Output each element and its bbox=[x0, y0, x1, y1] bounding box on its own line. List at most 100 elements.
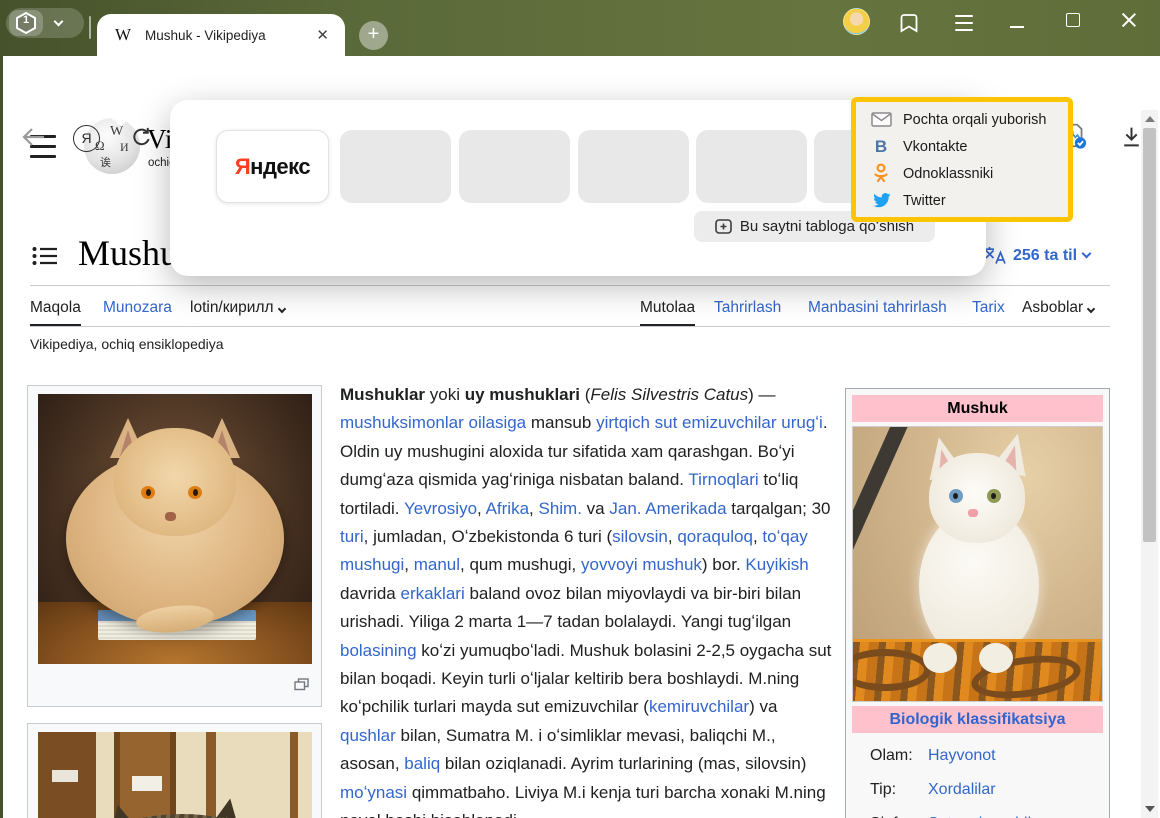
reload-icon[interactable] bbox=[129, 125, 154, 150]
article-text: , bbox=[753, 527, 762, 546]
article-link[interactable]: qushlar bbox=[340, 726, 396, 745]
article-link[interactable]: bolasining bbox=[340, 641, 417, 660]
chevron-down-icon bbox=[1087, 305, 1095, 313]
tab-maqola[interactable]: Maqola bbox=[30, 299, 81, 326]
close-window-button[interactable] bbox=[1120, 11, 1138, 29]
taxobox: Mushuk Biologik klassifikatsiya Olam: bbox=[845, 388, 1110, 818]
article-link[interactable]: erkaklari bbox=[400, 584, 464, 603]
odnoklassniki-icon bbox=[869, 163, 893, 184]
tab-title: Mushuk - Vikipediya bbox=[145, 28, 312, 43]
article-text: , bbox=[477, 499, 486, 518]
taxobox-section-title: Biologik klassifikatsiya bbox=[852, 706, 1103, 733]
article-text: Felis Silvestris Catus bbox=[590, 385, 748, 404]
email-icon bbox=[869, 112, 893, 127]
tab-tarix[interactable]: Tarix bbox=[972, 299, 1005, 326]
share-menu-item-odnoklassniki[interactable]: Odnoklassniki bbox=[856, 160, 1068, 187]
scrollbar-up-arrow[interactable] bbox=[1145, 116, 1155, 122]
article-thumbnail-tabby-cat[interactable] bbox=[27, 723, 322, 818]
browser-tab[interactable]: W Mushuk - Vikipediya ✕ bbox=[97, 14, 345, 56]
site-subtitle: Vikipediya, ochiq ensiklopediya bbox=[30, 336, 224, 352]
wikipedia-favicon: W bbox=[115, 25, 131, 45]
vk-icon: B bbox=[869, 137, 893, 157]
scrollbar-thumb[interactable] bbox=[1143, 128, 1156, 542]
browser-window: 1 W Mushuk - Vikipediya ✕ + Я bbox=[0, 0, 1160, 818]
article-text: , bbox=[404, 555, 413, 574]
share-menu: Pochta orqali yuborish B Vkontakte Odnok… bbox=[851, 97, 1073, 222]
tab-manbasini-tahrirlash[interactable]: Manbasini tahrirlash bbox=[808, 299, 947, 326]
taxobox-row: Sinf: Sut emizuvchilar bbox=[852, 807, 1103, 818]
tableau-tile-placeholder[interactable] bbox=[459, 130, 570, 203]
back-icon[interactable] bbox=[20, 124, 46, 150]
minimize-button[interactable] bbox=[1010, 26, 1024, 28]
maximize-button[interactable] bbox=[1066, 13, 1080, 27]
article-thumbnail-cat-on-book[interactable] bbox=[27, 385, 322, 707]
article-link[interactable]: yovvoyi mushuk bbox=[581, 555, 702, 574]
new-tab-button[interactable]: + bbox=[359, 21, 388, 50]
tab-variant-selector[interactable]: lotin/кирилл bbox=[190, 299, 285, 326]
article-link[interactable]: baliq bbox=[404, 754, 440, 773]
article-link[interactable]: Kuyikish bbox=[745, 555, 808, 574]
article-link[interactable]: kemiruvchilar bbox=[649, 697, 749, 716]
article-link[interactable]: qoraquloq bbox=[677, 527, 753, 546]
contents-icon[interactable] bbox=[32, 246, 58, 271]
share-menu-item-email[interactable]: Pochta orqali yuborish bbox=[856, 106, 1068, 133]
tab-mutolaa[interactable]: Mutolaa bbox=[640, 299, 695, 326]
chevron-down-icon bbox=[277, 305, 285, 313]
article-text: , bbox=[668, 527, 677, 546]
article-text: uy mushuklari bbox=[465, 385, 580, 404]
browser-menu-icon[interactable] bbox=[955, 15, 973, 36]
title-divider bbox=[30, 285, 1110, 286]
enlarge-icon[interactable] bbox=[294, 678, 309, 696]
article-link[interactable]: Jan. Amerikada bbox=[609, 499, 726, 518]
bookmarks-panel-icon[interactable] bbox=[899, 11, 921, 35]
titlebar: 1 W Mushuk - Vikipediya ✕ + bbox=[0, 0, 1160, 56]
tableau-tile-placeholder[interactable] bbox=[340, 130, 451, 203]
tableau-tile-placeholder[interactable] bbox=[578, 130, 689, 203]
share-menu-item-twitter[interactable]: Twitter bbox=[856, 187, 1068, 214]
taxo-label: Olam: bbox=[852, 747, 928, 765]
tableau-tile-yandex[interactable]: Яндекс bbox=[216, 130, 329, 203]
yandex-logo-rest: ндекс bbox=[250, 154, 310, 180]
scrollbar-down-arrow[interactable] bbox=[1145, 806, 1155, 812]
article-link[interactable]: silovsin bbox=[612, 527, 668, 546]
yandex-search-icon[interactable]: Я bbox=[73, 125, 100, 152]
tab-close-icon[interactable]: ✕ bbox=[312, 26, 333, 44]
yandex-logo-ya: Я bbox=[235, 154, 250, 180]
article-paragraph: Mushuklar yoki uy mushuklari (Felis Silv… bbox=[340, 381, 833, 818]
chevron-down-icon[interactable] bbox=[54, 17, 64, 27]
chevron-down-icon bbox=[1082, 249, 1092, 259]
article-link[interactable]: Afrika bbox=[486, 499, 529, 518]
tab-tahrirlash[interactable]: Tahrirlash bbox=[714, 299, 781, 326]
taxo-value-link[interactable]: Xordalilar bbox=[928, 781, 996, 799]
article-link[interactable]: Tirnoqlari bbox=[688, 470, 758, 489]
article-text: va bbox=[582, 499, 609, 518]
article-text: , jumladan, Oʻzbekistonda 6 turi ( bbox=[364, 527, 613, 546]
tableau-tile-placeholder[interactable] bbox=[696, 130, 807, 203]
tab-asboblar[interactable]: Asboblar bbox=[1022, 299, 1094, 326]
profile-avatar[interactable] bbox=[843, 8, 870, 35]
tab-group-button[interactable]: 1 bbox=[6, 8, 84, 38]
share-menu-item-vkontakte[interactable]: B Vkontakte bbox=[856, 133, 1068, 160]
taxobox-title: Mushuk bbox=[852, 395, 1103, 422]
language-selector-button[interactable]: 256 ta til bbox=[983, 246, 1090, 265]
article-link[interactable]: mushuksimonlar oilasiga bbox=[340, 413, 526, 432]
article-text: ) — bbox=[748, 385, 775, 404]
twitter-icon bbox=[869, 191, 893, 210]
article-link[interactable]: Yevrosiyo bbox=[404, 499, 477, 518]
article-link[interactable]: manul bbox=[414, 555, 460, 574]
article-text: ( bbox=[580, 385, 590, 404]
article-text: qimmatbaho. Liviya M.i kenja turi barcha… bbox=[340, 783, 826, 818]
download-icon[interactable] bbox=[1119, 124, 1144, 149]
article-link[interactable]: moʻynasi bbox=[340, 783, 407, 802]
kitten-image bbox=[852, 426, 1103, 702]
tabby-cat-image bbox=[38, 732, 312, 818]
taxobox-row: Olam: Hayvonot bbox=[852, 739, 1103, 773]
article-text: ) va bbox=[749, 697, 777, 716]
article-text: Mushuklar bbox=[340, 385, 425, 404]
article-link[interactable]: turi bbox=[340, 527, 364, 546]
article-text: bilan oziqlanadi. Ayrim turlarining (mas… bbox=[440, 754, 806, 773]
article-link[interactable]: yirtqich sut emizuvchilar urugʻi bbox=[596, 413, 823, 432]
tab-munozara[interactable]: Munozara bbox=[103, 299, 172, 326]
taxo-value-link[interactable]: Hayvonot bbox=[928, 747, 996, 765]
article-link[interactable]: Shim. bbox=[538, 499, 581, 518]
